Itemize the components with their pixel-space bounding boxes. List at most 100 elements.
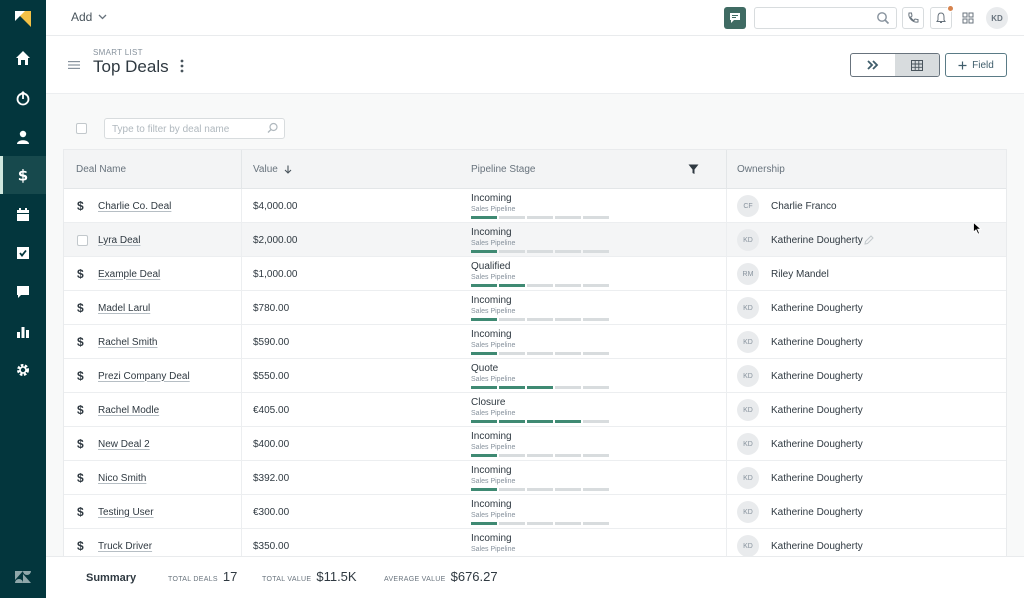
- table-row[interactable]: $ Rachel Modle €405.00 Closure Sales Pip…: [64, 393, 1006, 427]
- deal-name-link[interactable]: Madel Larul: [98, 303, 150, 314]
- dollar-icon: $: [18, 167, 28, 183]
- stage-segment: [471, 454, 497, 457]
- table-row[interactable]: $ New Deal 2 $400.00 Incoming Sales Pipe…: [64, 427, 1006, 461]
- deal-value: $590.00: [253, 336, 290, 348]
- hamburger-icon[interactable]: [68, 60, 80, 70]
- pipeline-stage: Incoming Sales Pipeline: [471, 431, 609, 457]
- more-options-icon[interactable]: [180, 59, 184, 73]
- chat-icon: [17, 286, 29, 298]
- edit-pencil-icon[interactable]: [864, 235, 874, 245]
- stage-name: Incoming: [471, 193, 512, 204]
- stage-segment: [555, 454, 581, 457]
- deal-value: $780.00: [253, 302, 290, 314]
- stage-segment: [527, 386, 553, 389]
- stage-segment: [527, 522, 553, 525]
- row-checkbox[interactable]: [77, 234, 88, 246]
- sidebar-item-reports[interactable]: [0, 312, 46, 350]
- add-menu-button[interactable]: Add: [71, 10, 107, 24]
- select-all-checkbox[interactable]: [76, 123, 87, 134]
- svg-text:$: $: [18, 167, 28, 183]
- table-row[interactable]: Lyra Deal $2,000.00 Incoming Sales Pipel…: [64, 223, 1006, 257]
- deal-name-link[interactable]: Lyra Deal: [98, 235, 140, 246]
- deal-value: €405.00: [253, 404, 290, 416]
- stage-segment: [583, 352, 609, 355]
- table-row[interactable]: $ Truck Driver $350.00 Incoming Sales Pi…: [64, 529, 1006, 556]
- search-icon[interactable]: [876, 11, 890, 25]
- total-value-label: TOTAL VALUE: [262, 576, 312, 583]
- table-row[interactable]: $ Prezi Company Deal $550.00 Quote Sales…: [64, 359, 1006, 393]
- column-label: Pipeline Stage: [471, 164, 536, 175]
- deal-filter-input[interactable]: [112, 120, 262, 139]
- stage-segment: [527, 352, 553, 355]
- stage-segment: [583, 386, 609, 389]
- deal-name-link[interactable]: Truck Driver: [98, 541, 152, 552]
- sort-descending-icon: [284, 165, 292, 174]
- stage-name: Incoming: [471, 465, 512, 476]
- deal-name-link[interactable]: New Deal 2: [98, 439, 150, 450]
- deal-name-link[interactable]: Testing User: [98, 507, 154, 518]
- pipeline-name: Sales Pipeline: [471, 376, 516, 383]
- deal-name-link[interactable]: Rachel Modle: [98, 405, 159, 416]
- search-input[interactable]: [761, 8, 876, 28]
- sidebar-item-home[interactable]: [0, 39, 46, 77]
- table-row[interactable]: $ Rachel Smith $590.00 Incoming Sales Pi…: [64, 325, 1006, 359]
- table-row[interactable]: $ Madel Larul $780.00 Incoming Sales Pip…: [64, 291, 1006, 325]
- deal-name-link[interactable]: Nico Smith: [98, 473, 146, 484]
- phone-button[interactable]: [902, 7, 924, 29]
- table-view-button[interactable]: [895, 54, 939, 76]
- checkbox-icon: [17, 247, 29, 259]
- deal-name-link[interactable]: Charlie Co. Deal: [98, 201, 171, 212]
- user-avatar[interactable]: KD: [986, 7, 1008, 29]
- filter-icon[interactable]: [688, 164, 699, 175]
- owner-name: Katherine Dougherty: [771, 370, 863, 382]
- column-header-value[interactable]: Value: [253, 150, 292, 189]
- dollar-icon: $: [77, 199, 84, 213]
- table-header: Deal Name Value Pipeline Stage Ownership: [64, 150, 1006, 189]
- owner-avatar: KD: [737, 365, 759, 387]
- deal-value: $550.00: [253, 370, 290, 382]
- top-bar: Add KD: [46, 0, 1024, 36]
- notifications-button[interactable]: [930, 5, 954, 29]
- deal-value: $1,000.00: [253, 268, 298, 280]
- stage-segment: [527, 454, 553, 457]
- sidebar-item-communications[interactable]: [0, 273, 46, 311]
- sidebar-item-activity[interactable]: [0, 79, 46, 117]
- pipeline-view-button[interactable]: [851, 54, 895, 76]
- sidebar-item-tasks[interactable]: [0, 234, 46, 272]
- logo-icon: [15, 11, 31, 27]
- deal-name-link[interactable]: Rachel Smith: [98, 337, 157, 348]
- plus-icon: [958, 61, 967, 69]
- stage-segment: [471, 216, 497, 219]
- bar-chart-icon: [17, 327, 29, 338]
- column-header-deal-name[interactable]: Deal Name: [76, 150, 126, 189]
- sidebar-item-deals[interactable]: $: [0, 156, 46, 194]
- global-search: [754, 7, 897, 29]
- stage-segment: [499, 250, 525, 253]
- stage-segment: [555, 318, 581, 321]
- deal-value: $4,000.00: [253, 200, 298, 212]
- owner-name: Katherine Dougherty: [771, 234, 863, 246]
- table-row[interactable]: $ Charlie Co. Deal $4,000.00 Incoming Sa…: [64, 189, 1006, 223]
- owner-name: Katherine Dougherty: [771, 302, 863, 314]
- table-row[interactable]: $ Testing User €300.00 Incoming Sales Pi…: [64, 495, 1006, 529]
- pipeline-stage: Incoming Sales Pipeline: [471, 227, 609, 253]
- apps-button[interactable]: [960, 10, 976, 26]
- add-field-button[interactable]: Field: [945, 53, 1007, 77]
- sidebar-item-calendar[interactable]: [0, 196, 46, 234]
- chat-button[interactable]: [724, 7, 746, 29]
- message-icon: [730, 13, 740, 23]
- table-row[interactable]: $ Nico Smith $392.00 Incoming Sales Pipe…: [64, 461, 1006, 495]
- stage-name: Closure: [471, 397, 506, 408]
- sidebar-item-settings[interactable]: [0, 351, 46, 389]
- table-row[interactable]: $ Example Deal $1,000.00 Qualified Sales…: [64, 257, 1006, 291]
- stage-segment: [471, 488, 497, 491]
- deal-name-link[interactable]: Prezi Company Deal: [98, 371, 190, 382]
- double-chevron-right-icon: [867, 60, 879, 70]
- column-label: Deal Name: [76, 164, 127, 175]
- column-header-ownership[interactable]: Ownership: [737, 150, 785, 189]
- deal-name-link[interactable]: Example Deal: [98, 269, 160, 280]
- sidebar-item-contacts[interactable]: [0, 118, 46, 156]
- column-header-pipeline-stage[interactable]: Pipeline Stage: [471, 150, 536, 189]
- stage-segment: [527, 284, 553, 287]
- stage-segment: [555, 352, 581, 355]
